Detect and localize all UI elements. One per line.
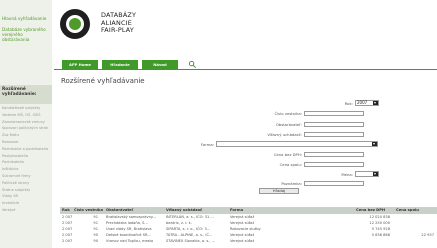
sidebar-item[interactable]: Vlády SR [2, 194, 50, 198]
poznamka-input[interactable] [304, 181, 364, 186]
table-row[interactable]: 2 007 90 Vranov nad Topľou, mesto STAVIN… [60, 238, 437, 244]
col-header-obstaravatel[interactable]: Obstarávateľ [106, 207, 164, 214]
nav-divider [54, 69, 437, 70]
sidebar-item[interactable]: Vedenie MŠ, OŠ, SŠIŠ [2, 113, 50, 117]
col-header-rok[interactable]: Rok [62, 207, 74, 214]
poznamka-label: Poznámka: [281, 181, 302, 186]
sidebar-item[interactable]: Reasoner [2, 140, 50, 144]
sidebar-link-databaze[interactable]: Databáze vybraného verejného obstarávani… [2, 27, 50, 42]
sidebar-item[interactable]: Štátne subjekty [2, 188, 50, 192]
cislo-vestnika-label: Číslo vestníka: [274, 111, 302, 116]
cena-spolu-input[interactable] [304, 162, 364, 167]
sidebar-item[interactable]: Podnikatelia [2, 160, 50, 164]
cislo-vestnika-input[interactable] [304, 111, 364, 116]
sidebar-item[interactable]: Poskytovatelia [2, 154, 50, 158]
col-header-forma[interactable]: Forma [230, 207, 290, 214]
brand-line-3: FAIR-PLAY [101, 26, 134, 34]
cell-vitazny[interactable]: STAVINEX Slovakia, a. s., ... [166, 238, 230, 244]
search-icon[interactable] [188, 60, 197, 69]
brand-title: DATABÁZY ALIANCIE FAIR-PLAY [101, 11, 136, 35]
page-title: Rozšírené vyhľadávanie [61, 77, 145, 85]
obstaravatel-label: Obstarávateľ: [275, 122, 302, 127]
sidebar-active-section[interactable]: Rozšírené vyhľadávanie: [0, 85, 52, 104]
sidebar-item[interactable]: Zamestnanecké zmluvy [2, 120, 50, 124]
col-header-cena-bez-dph[interactable]: Cena bez DPH [356, 207, 394, 214]
col-header-cena-spolu[interactable]: Cena spolu [396, 207, 437, 214]
rok-select-value: 2007 [357, 100, 368, 105]
tab-navod[interactable]: Návod [142, 60, 178, 69]
sidebar-link-hlavne[interactable]: Hlavná vyhľadávanie [2, 16, 50, 21]
col-header-vitazny[interactable]: Víťazný uchádzač [166, 207, 230, 214]
sidebar-item[interactable]: Investície [2, 201, 50, 205]
chevron-down-icon [373, 172, 378, 176]
sidebar-item[interactable]: Kandidátské subjekty [2, 106, 50, 110]
tab-afp-home[interactable]: AFP Home [62, 60, 98, 69]
chevron-down-icon [372, 142, 377, 146]
forma-label: Forma: [200, 142, 214, 147]
sidebar-item[interactable]: Podnikanie a podnikatelia [2, 147, 50, 151]
cena-bez-dph-input[interactable] [304, 152, 364, 157]
rok-label: Rok: [344, 101, 353, 106]
cell-cislo: 90 [93, 239, 98, 243]
cell-obstaravatel[interactable]: Vranov nad Topľou, mesto [106, 238, 164, 244]
vitazny-uchadzac-input[interactable] [304, 132, 364, 137]
forma-select[interactable] [216, 141, 378, 147]
sidebar-item[interactable]: Verejné [2, 208, 50, 212]
cell-forma: Verejná súťaž [230, 239, 255, 243]
sidebar-item[interactable]: Inštitúcie [2, 167, 50, 171]
vitazny-uchadzac-label: Víťazný uchádzač: [267, 132, 302, 137]
sidebar-item[interactable]: Politické strany [2, 181, 50, 185]
fair-play-logo[interactable] [60, 9, 90, 39]
cena-bez-dph-label: Cena bez DPH: [273, 152, 302, 157]
cena-spolu-label: Cena spolu: [279, 162, 302, 167]
sidebar-item[interactable]: Súkromné firmy [2, 174, 50, 178]
hladaj-button[interactable]: Hľadaj [259, 188, 299, 194]
mena-label: Mena: [341, 172, 353, 177]
mena-select[interactable] [355, 171, 379, 177]
sidebar-item[interactable]: Zoz štátu [2, 133, 50, 137]
chevron-down-icon [373, 101, 378, 105]
sidebar-top-links: Hlavná vyhľadávanie Databáze vybraného v… [2, 16, 50, 48]
tab-hladanie[interactable]: Hľadanie [102, 60, 138, 69]
sidebar-active-label: Rozšírené vyhľadávanie: [2, 87, 37, 97]
col-header-cislo[interactable]: Číslo vestníka [74, 207, 106, 214]
rok-select[interactable]: 2007 [355, 100, 379, 106]
sidebar: Hlavná vyhľadávanie Databáze vybraného v… [0, 0, 52, 248]
sidebar-list: Kandidátské subjekty Vedenie MŠ, OŠ, SŠI… [2, 106, 50, 215]
sidebar-item[interactable]: Sponzori politických strán [2, 126, 50, 130]
table-header: Rok Číslo vestníka Obstarávateľ Víťazný … [60, 207, 437, 214]
obstaravatel-input[interactable] [304, 122, 364, 127]
cell-rok: 2 007 [62, 239, 73, 243]
